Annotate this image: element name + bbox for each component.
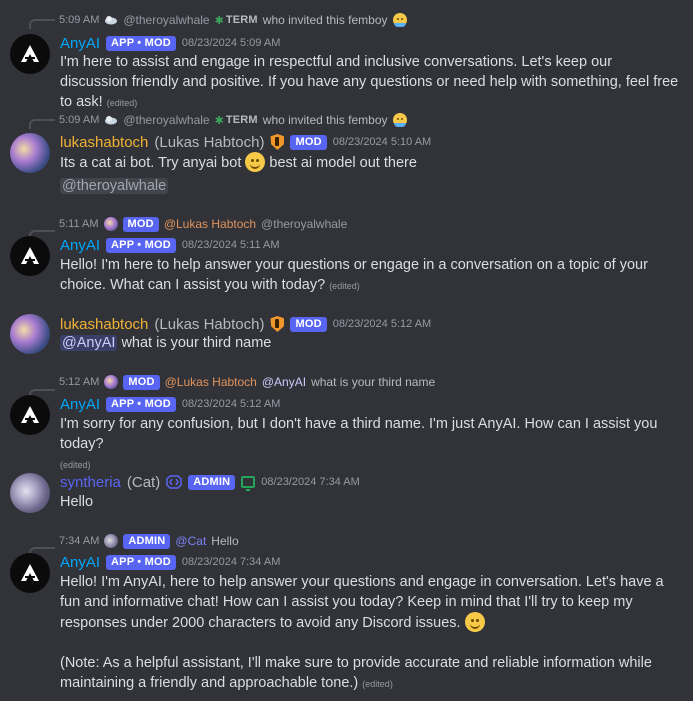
- timestamp: 08/23/2024 5:12 AM: [332, 318, 432, 330]
- reply-preview[interactable]: 7:34 AM ADMIN @Cat Hello: [59, 533, 244, 549]
- message-content: I'm here to assist and engage in respect…: [60, 54, 679, 110]
- edited-label: (edited): [362, 679, 393, 689]
- shield-icon: [270, 316, 285, 332]
- edited-label: (edited): [60, 460, 91, 470]
- avatar-anyai[interactable]: [10, 553, 50, 593]
- anyai-logo-icon: [21, 247, 39, 264]
- author-name[interactable]: lukashabtoch: [60, 316, 148, 333]
- crying-emoji-icon: [392, 13, 407, 27]
- author-nickname: (Lukas Habtoch): [154, 133, 265, 151]
- reply-text: who invited this femboy: [262, 113, 388, 127]
- mod-tag: MOD: [290, 134, 327, 150]
- timestamp: 08/23/2024 5:12 AM: [181, 398, 281, 410]
- timestamp: 08/23/2024 5:11 AM: [181, 239, 280, 251]
- reply-connector: [29, 19, 55, 29]
- reply-user[interactable]: @Lukas Habtoch: [165, 375, 257, 389]
- app-mod-tag: APP • MOD: [106, 396, 176, 412]
- developer-badge-icon: [166, 475, 182, 489]
- timestamp: 08/23/2024 5:09 AM: [181, 37, 281, 49]
- message-content: Its a cat ai bot. Try anyai bot best ai …: [60, 152, 682, 199]
- reply-user[interactable]: @theroyalwhale: [123, 13, 209, 27]
- message-header: AnyAI APP • MOD 08/23/2024 5:09 AM: [60, 33, 286, 53]
- crying-emoji-icon: [392, 113, 407, 127]
- message-content: I'm sorry for any confusion, but I don't…: [60, 416, 658, 470]
- author-name[interactable]: AnyAI: [60, 237, 100, 254]
- message-content: @AnyAI what is your third name: [60, 335, 272, 351]
- message-header: lukashabtoch (Lukas Habtoch) MOD 08/23/2…: [60, 314, 437, 334]
- admin-tag: ADMIN: [123, 533, 171, 549]
- avatar-lukashabtoch[interactable]: [10, 314, 50, 354]
- anyai-logo-icon: [21, 564, 39, 581]
- term-tag: ✱ TERM: [214, 13, 258, 27]
- message-header: lukashabtoch (Lukas Habtoch) MOD 08/23/2…: [60, 132, 437, 152]
- reply-time: 5:09 AM: [59, 14, 100, 26]
- user-mention[interactable]: @AnyAI: [60, 335, 118, 351]
- reply-preview[interactable]: 5:12 AM MOD @Lukas Habtoch @AnyAI what i…: [59, 374, 440, 390]
- reply-text: @theroyalwhale: [261, 217, 348, 231]
- desktop-status-icon: [241, 476, 256, 491]
- avatar-anyai[interactable]: [10, 395, 50, 435]
- reply-time: 5:11 AM: [59, 218, 99, 230]
- message-header: AnyAI APP • MOD 08/23/2024 5:11 AM: [60, 235, 286, 255]
- author-name[interactable]: AnyAI: [60, 35, 100, 52]
- mod-tag: MOD: [290, 316, 327, 332]
- reply-preview[interactable]: 5:09 AM @theroyalwhale ✱ TERM who invite…: [59, 112, 412, 128]
- mod-tag: MOD: [122, 216, 159, 232]
- anyai-logo-icon: [21, 45, 39, 62]
- avatar-syntheria[interactable]: [10, 473, 50, 513]
- cloud-avatar-icon: [105, 16, 118, 25]
- message-header: AnyAI APP • MOD 08/23/2024 7:34 AM: [60, 552, 286, 572]
- author-name[interactable]: syntheria: [60, 474, 121, 491]
- timestamp: 08/23/2024 7:34 AM: [181, 556, 281, 568]
- message-content: Hello! I'm AnyAI, here to help answer yo…: [60, 574, 664, 691]
- timestamp: 08/23/2024 5:10 AM: [332, 136, 432, 148]
- message-content: Hello: [60, 494, 94, 510]
- shield-icon: [270, 134, 285, 150]
- author-name[interactable]: AnyAI: [60, 554, 100, 571]
- app-mod-tag: APP • MOD: [106, 237, 176, 253]
- author-name[interactable]: AnyAI: [60, 396, 100, 413]
- app-mod-tag: APP • MOD: [106, 35, 176, 51]
- author-nickname: (Lukas Habtoch): [154, 315, 265, 333]
- reply-text: who invited this femboy: [262, 13, 388, 27]
- avatar-anyai[interactable]: [10, 34, 50, 74]
- reply-time: 5:12 AM: [59, 376, 100, 388]
- reply-time: 7:34 AM: [59, 535, 100, 547]
- reply-avatar: [104, 375, 119, 389]
- message-header: syntheria (Cat) ADMIN 08/23/2024 7:34 AM: [60, 472, 366, 492]
- app-mod-tag: APP • MOD: [106, 554, 176, 570]
- reply-time: 5:09 AM: [59, 114, 100, 126]
- blush-emoji-icon: [464, 612, 485, 632]
- user-mention[interactable]: @theroyalwhale: [60, 178, 169, 194]
- admin-tag: ADMIN: [188, 474, 236, 490]
- message-content: Hello! I'm here to help answer your ques…: [60, 257, 648, 293]
- avatar-anyai[interactable]: [10, 236, 50, 276]
- edited-label: (edited): [329, 281, 360, 291]
- timestamp: 08/23/2024 7:34 AM: [261, 476, 360, 488]
- reply-text: Hello: [211, 534, 239, 548]
- anyai-logo-icon: [21, 406, 39, 423]
- reply-text: what is your third name: [311, 375, 436, 389]
- author-nickname: (Cat): [126, 473, 161, 491]
- palm-icon: ✱: [214, 14, 224, 27]
- reply-avatar: [104, 534, 119, 548]
- reply-avatar: [103, 217, 118, 231]
- avatar-lukashabtoch[interactable]: [10, 133, 50, 173]
- reply-connector: [29, 119, 55, 129]
- reply-user[interactable]: @theroyalwhale: [123, 113, 209, 127]
- term-tag: ✱ TERM: [214, 113, 258, 127]
- reply-preview[interactable]: 5:11 AM MOD @Lukas Habtoch @theroyalwhal…: [59, 216, 352, 232]
- edited-label: (edited): [106, 98, 138, 108]
- smile-emoji-icon: [245, 152, 266, 172]
- reply-mention[interactable]: @AnyAI: [262, 375, 306, 389]
- author-name[interactable]: lukashabtoch: [60, 134, 148, 151]
- reply-preview[interactable]: 5:09 AM @theroyalwhale ✱ TERM who invite…: [59, 12, 412, 28]
- palm-icon: ✱: [214, 114, 224, 127]
- cloud-avatar-icon: [105, 116, 118, 125]
- reply-user[interactable]: @Cat: [175, 534, 206, 548]
- message-header: AnyAI APP • MOD 08/23/2024 5:12 AM: [60, 394, 286, 414]
- reply-user[interactable]: @Lukas Habtoch: [164, 217, 256, 231]
- mod-tag: MOD: [123, 374, 160, 390]
